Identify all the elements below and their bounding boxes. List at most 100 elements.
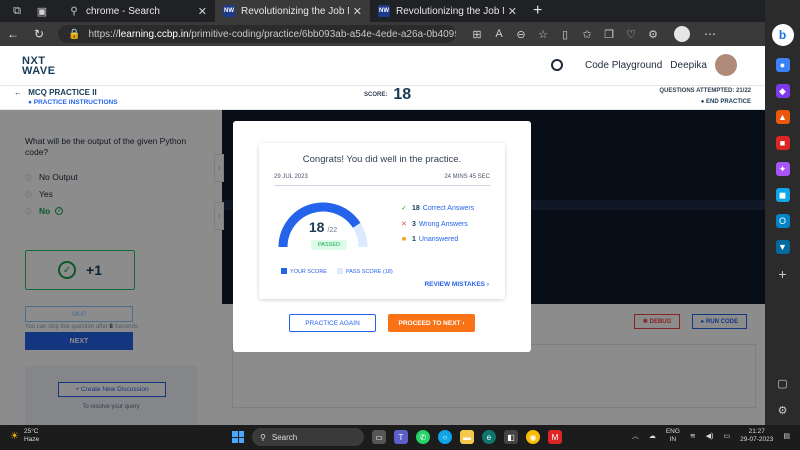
practice-instructions-link[interactable]: ● PRACTICE INSTRUCTIONS [28, 99, 118, 106]
search-icon: ⚲ [260, 432, 266, 442]
favorite-star-icon[interactable]: ☆ [532, 28, 554, 41]
close-icon[interactable]: ✕ [353, 5, 362, 18]
code-playground-link[interactable]: Code Playground [585, 60, 662, 71]
congrats-message: Congrats! You did well in the practice. [302, 154, 462, 165]
wrong-count: 3 [412, 220, 416, 228]
system-clock[interactable]: 21:27 29-07-2023 [740, 428, 773, 444]
score-label: SCORE: [364, 92, 388, 98]
workspaces-icon[interactable]: ⧉ [9, 3, 25, 19]
profile-avatar[interactable] [674, 26, 690, 42]
file-explorer-icon[interactable]: ▬ [460, 430, 474, 444]
mcafee-icon[interactable]: M [548, 430, 562, 444]
weather-widget[interactable]: ☀ 25°C Haze [10, 428, 39, 444]
office-icon[interactable]: ◼ [775, 188, 790, 202]
add-sidebar-icon[interactable]: + [778, 266, 786, 282]
cross-icon: ✕ [401, 221, 407, 228]
outlook-icon[interactable]: O [775, 214, 790, 228]
review-mistakes-link[interactable]: REVIEW MISTAKES › [424, 281, 489, 288]
timer-icon[interactable] [551, 59, 564, 71]
drop-icon[interactable]: ▼ [775, 240, 790, 254]
shopping-icon[interactable]: ▲ [775, 110, 790, 124]
legend-pass-score: PASS SCORE (18) [336, 268, 393, 275]
favorites-icon[interactable]: ✩ [576, 28, 598, 41]
url-prefix: https:// [88, 28, 119, 40]
result-card: Congrats! You did well in the practice. … [259, 143, 505, 299]
score-value: 18 [393, 86, 412, 103]
url-host: learning.ccbp.in [118, 28, 189, 40]
weather-condition: Haze [23, 436, 40, 443]
notifications-icon[interactable]: ▤ [783, 432, 790, 440]
lock-icon: 🔒 [68, 28, 81, 40]
practice-again-button[interactable]: PRACTICE AGAIN [289, 314, 376, 332]
collections-icon[interactable]: ❐ [598, 28, 620, 41]
split-screen-icon[interactable]: ▯ [554, 28, 576, 41]
more-options-icon[interactable]: ⋯ [704, 27, 716, 41]
tools-icon[interactable]: ■ [775, 136, 790, 150]
browser-tab-bar: ⧉ ▣ ⚲ chrome - Search ✕ NW Revolutionizi… [0, 0, 765, 22]
clock-time: 21:27 [748, 428, 765, 435]
gauge-value: 18 /22 [273, 219, 373, 235]
browser-tab-search[interactable]: ⚲ chrome - Search ✕ [60, 0, 215, 22]
refresh-icon[interactable]: ↻ [26, 27, 52, 41]
practice-title: ← MCQ PRACTICE II [14, 88, 97, 97]
proceed-to-next-button[interactable]: PROCEED TO NEXT › [388, 314, 475, 332]
copilot-icon[interactable]: ◆ [775, 84, 790, 98]
volume-icon[interactable]: ◀) [706, 432, 714, 440]
windows-start-icon[interactable] [232, 431, 244, 443]
url-bar[interactable]: 🔒 https://learning.ccbp.in/primitive-cod… [58, 25, 456, 43]
end-icon: ● [700, 99, 705, 105]
practice-result-modal: Congrats! You did well in the practice. … [233, 121, 531, 352]
teams-icon[interactable]: T [394, 430, 408, 444]
sidebar-toggle-icon[interactable]: ▢ [777, 377, 787, 390]
site-header: NXT WAVE Code Playground Deepika [0, 46, 765, 86]
app-install-icon[interactable]: ⊞ [466, 28, 488, 41]
whatsapp-icon[interactable]: ✆ [416, 430, 430, 444]
language-indicator[interactable]: ENG IN [666, 428, 680, 444]
close-icon[interactable]: ✕ [508, 5, 517, 18]
correct-label: Correct Answers [422, 204, 475, 212]
browser-tab-active[interactable]: NW Revolutionizing the Job Market | ✕ [215, 0, 370, 22]
cortana-icon[interactable]: ○ [438, 430, 452, 444]
url-path: /primitive-coding/practice/6bb093ab-a54e… [188, 28, 456, 40]
result-meta: 29 JUL 2023 24 MINS 45 SEC [274, 174, 490, 186]
extensions-icon[interactable]: ⚙ [642, 28, 664, 41]
weather-sun-icon: ☀ [10, 430, 19, 442]
bing-icon[interactable]: b [771, 24, 794, 46]
legend-your-score: YOUR SCORE [281, 268, 327, 275]
check-icon: ✓ [401, 205, 407, 212]
cloud-icon[interactable]: ☁ [649, 432, 656, 440]
logo-line2: WAVE [22, 64, 56, 77]
edge-browser-icon[interactable]: e [482, 430, 496, 444]
answer-stats: ✓ 18 Correct Answers ✕ 3 Wrong Answers ■… [399, 204, 474, 251]
wrong-label: Wrong Answers [418, 220, 468, 228]
wifi-icon[interactable]: ≋ [690, 432, 696, 440]
read-aloud-icon[interactable]: A [488, 28, 510, 40]
new-tab-icon[interactable]: + [533, 2, 542, 20]
end-practice-button[interactable]: ● END PRACTICE [701, 99, 751, 105]
search-sidebar-icon[interactable]: ● [775, 58, 790, 72]
task-view-icon[interactable]: ▭ [372, 430, 386, 444]
zoom-icon[interactable]: ⊖ [510, 28, 532, 41]
back-arrow-icon[interactable]: ← [0, 27, 26, 41]
battery-icon[interactable]: ▭ [724, 432, 731, 440]
instructions-label: PRACTICE INSTRUCTIONS [33, 99, 118, 106]
unanswered-count: 1 [412, 236, 416, 243]
clock-date: 29-07-2023 [740, 436, 774, 443]
back-arrow-icon[interactable]: ← [14, 88, 22, 97]
games-icon[interactable]: ✦ [775, 162, 790, 176]
chevron-up-icon[interactable]: ︿ [632, 431, 639, 441]
ccbp-favicon-icon: NW [223, 5, 235, 17]
user-avatar[interactable] [715, 54, 737, 76]
close-icon[interactable]: ✕ [198, 5, 207, 18]
health-icon[interactable]: ♡ [620, 28, 642, 41]
info-icon: ● [28, 99, 32, 106]
nxtwave-logo[interactable]: NXT WAVE [22, 55, 56, 77]
taskbar-search-label: Search [271, 432, 298, 442]
settings-gear-icon[interactable]: ⚙ [778, 404, 788, 417]
taskbar-search[interactable]: ⚲ Search [252, 428, 364, 446]
browser-tab-third[interactable]: NW Revolutionizing the Job Market | ✕ [370, 0, 525, 22]
store-icon[interactable]: ◧ [504, 430, 518, 444]
tab-actions-icon[interactable]: ▣ [34, 3, 50, 19]
chrome-icon[interactable]: ◉ [526, 430, 540, 444]
tab-title: Revolutionizing the Job Market | [396, 5, 504, 17]
